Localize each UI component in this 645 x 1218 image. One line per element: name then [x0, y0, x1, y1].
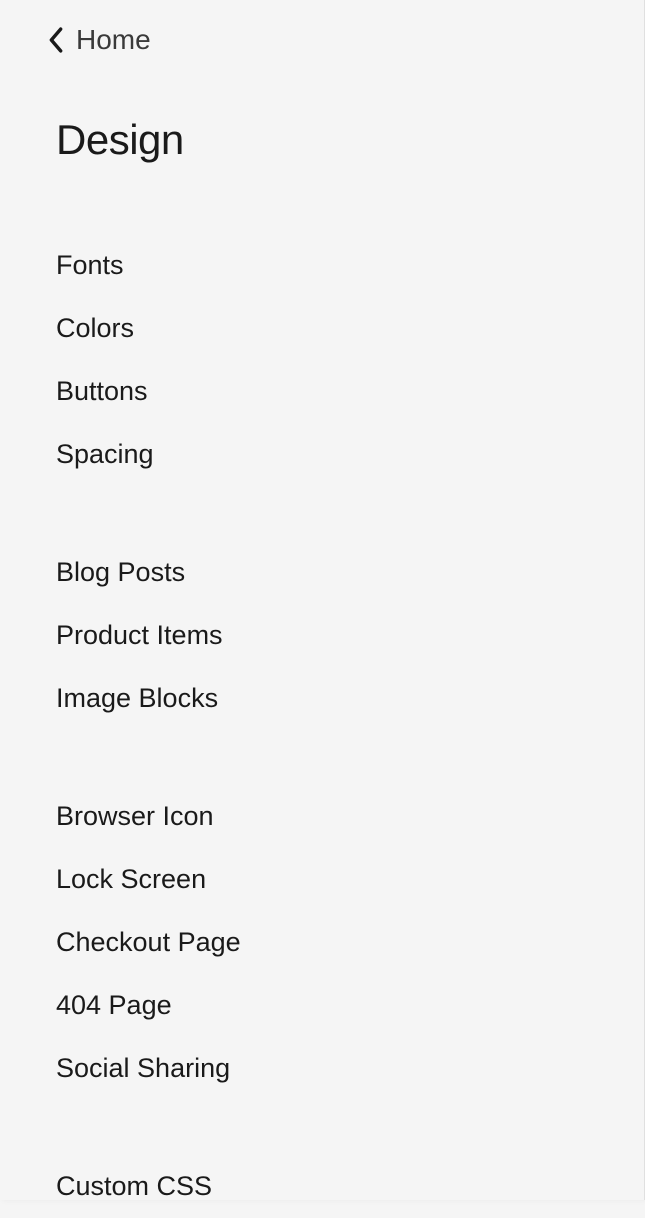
menu-item-image-blocks[interactable]: Image Blocks [56, 667, 644, 730]
chevron-left-icon [48, 26, 64, 54]
menu-item-404-page[interactable]: 404 Page [56, 974, 644, 1037]
menu-group: Blog Posts Product Items Image Blocks [0, 541, 644, 730]
back-label: Home [76, 24, 151, 56]
menu-item-browser-icon[interactable]: Browser Icon [56, 785, 644, 848]
page-title: Design [0, 116, 644, 164]
menu-group: Fonts Colors Buttons Spacing [0, 234, 644, 486]
menu-item-social-sharing[interactable]: Social Sharing [56, 1037, 644, 1100]
menu-group: Custom CSS [0, 1155, 644, 1218]
back-button[interactable]: Home [0, 24, 644, 56]
menu-item-checkout-page[interactable]: Checkout Page [56, 911, 644, 974]
menu-item-product-items[interactable]: Product Items [56, 604, 644, 667]
menu-item-custom-css[interactable]: Custom CSS [56, 1155, 644, 1218]
menu-item-fonts[interactable]: Fonts [56, 234, 644, 297]
menu-item-colors[interactable]: Colors [56, 297, 644, 360]
menu-item-lock-screen[interactable]: Lock Screen [56, 848, 644, 911]
menu-item-blog-posts[interactable]: Blog Posts [56, 541, 644, 604]
menu-group: Browser Icon Lock Screen Checkout Page 4… [0, 785, 644, 1100]
menu-item-buttons[interactable]: Buttons [56, 360, 644, 423]
design-panel: Home Design Fonts Colors Buttons Spacing… [0, 0, 645, 1200]
menu-item-spacing[interactable]: Spacing [56, 423, 644, 486]
